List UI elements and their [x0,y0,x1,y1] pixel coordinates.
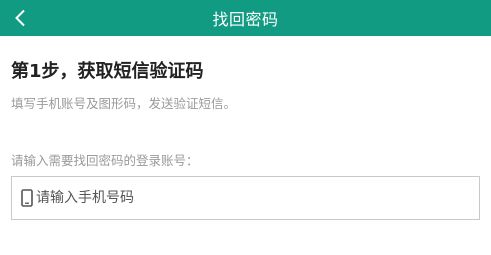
find-password-screen: 找回密码 第1步，获取短信验证码 填写手机账号及图形码，发送验证短信。 请输入需… [0,0,491,255]
mobile-phone-icon [21,189,33,207]
chevron-left-icon [14,9,26,27]
phone-number-field[interactable] [11,176,480,220]
step-description: 填写手机账号及图形码，发送验证短信。 [11,96,237,111]
phone-number-input[interactable] [36,177,479,219]
account-label: 请输入需要找回密码的登录账号： [11,153,199,168]
page-title: 找回密码 [212,10,279,29]
back-button[interactable] [0,0,40,36]
step-title: 第1步，获取短信验证码 [11,61,204,82]
top-bar: 找回密码 [0,0,491,36]
